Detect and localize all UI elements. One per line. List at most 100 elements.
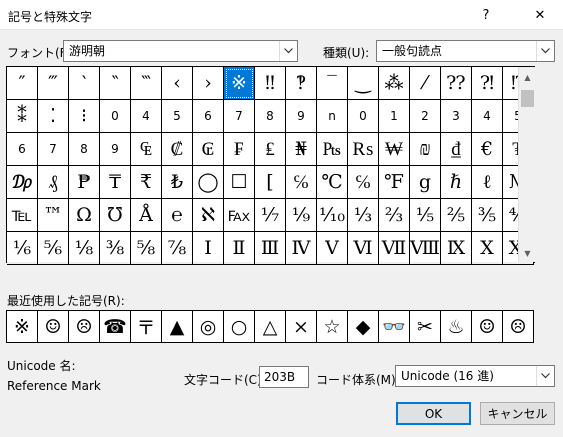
symbol-cell[interactable]: ℧ xyxy=(100,199,131,232)
symbol-cell[interactable]: ℅ xyxy=(348,166,379,199)
symbol-cell[interactable]: ₸ xyxy=(100,166,131,199)
symbol-cell[interactable]: ₺ xyxy=(162,166,193,199)
symbol-cell[interactable]: ₩ xyxy=(379,133,410,166)
symbol-cell[interactable]: ⅛ xyxy=(69,232,100,265)
symbol-cell[interactable]: Ⅸ xyxy=(441,232,472,265)
symbol-cell[interactable]: Ⅳ xyxy=(286,232,317,265)
recent-symbol-cell[interactable]: ☎ xyxy=(100,311,131,342)
recent-symbol-cell[interactable]: ※ xyxy=(7,311,38,342)
symbol-cell[interactable]: ‶ xyxy=(100,67,131,100)
symbol-cell[interactable]: 9 xyxy=(100,133,131,166)
symbol-cell[interactable]: Ⅲ xyxy=(255,232,286,265)
symbol-cell[interactable]: ℃ xyxy=(317,166,348,199)
symbol-cell[interactable]: ℉ xyxy=(379,166,410,199)
recent-symbol-cell[interactable]: ☆ xyxy=(317,311,348,342)
symbol-cell[interactable]: [ xyxy=(255,166,286,199)
symbol-cell[interactable]: ℏ xyxy=(441,166,472,199)
symbol-cell[interactable]: ※ xyxy=(224,67,255,100)
symbol-cell[interactable]: 4 xyxy=(472,100,503,133)
symbol-cell[interactable]: ₣ xyxy=(224,133,255,166)
symbol-cell[interactable]: Ⅴ xyxy=(317,232,348,265)
symbol-cell[interactable]: Ⅹ xyxy=(472,232,503,265)
symbol-cell[interactable]: ‵ xyxy=(69,67,100,100)
symbol-cell[interactable]: 4 xyxy=(131,100,162,133)
chevron-down-icon[interactable] xyxy=(279,41,297,61)
symbol-cell[interactable]: ‿ xyxy=(348,67,379,100)
symbol-cell[interactable]: 0 xyxy=(348,100,379,133)
recent-symbol-cell[interactable]: ☹ xyxy=(503,311,534,342)
symbol-cell[interactable]: ℡ xyxy=(7,199,38,232)
recent-symbol-cell[interactable]: ○ xyxy=(224,311,255,342)
symbol-cell[interactable]: ⅗ xyxy=(472,199,503,232)
symbol-cell[interactable]: n xyxy=(317,100,348,133)
recent-symbol-cell[interactable]: × xyxy=(286,311,317,342)
recent-symbol-cell[interactable]: ◆ xyxy=(348,311,379,342)
symbol-cell[interactable]: ₨ xyxy=(348,133,379,166)
scroll-down-icon[interactable]: ▼ xyxy=(519,245,536,262)
symbol-cell[interactable]: Ⅷ xyxy=(410,232,441,265)
code-system-select[interactable]: Unicode (16 進) xyxy=(395,365,555,387)
symbol-cell[interactable]: ⅖ xyxy=(441,199,472,232)
symbol-cell[interactable]: ₹ xyxy=(131,166,162,199)
char-code-input[interactable]: 203B xyxy=(259,366,309,388)
symbol-cell[interactable]: ☐ xyxy=(224,166,255,199)
symbol-cell[interactable]: ⁈ xyxy=(472,67,503,100)
symbol-cell[interactable]: 6 xyxy=(7,133,38,166)
symbol-cell[interactable]: 5 xyxy=(162,100,193,133)
help-button[interactable]: ? xyxy=(463,0,509,30)
ok-button[interactable]: OK xyxy=(396,402,471,425)
symbol-cell[interactable]: 8 xyxy=(69,133,100,166)
symbol-cell[interactable]: 6 xyxy=(193,100,224,133)
recent-symbol-cell[interactable]: ✂ xyxy=(410,311,441,342)
symbol-cell[interactable]: ⁝ xyxy=(69,100,100,133)
symbol-cell[interactable]: g xyxy=(410,166,441,199)
recent-symbol-cell[interactable]: △ xyxy=(255,311,286,342)
symbol-cell[interactable]: ℓ xyxy=(472,166,503,199)
symbol-cell[interactable]: Ω xyxy=(69,199,100,232)
symbol-cell[interactable]: ◯ xyxy=(193,166,224,199)
symbol-cell[interactable]: ⅜ xyxy=(100,232,131,265)
scroll-up-icon[interactable]: ▲ xyxy=(519,69,536,86)
symbol-cell[interactable]: ℻ xyxy=(224,199,255,232)
symbol-cell[interactable]: ‽ xyxy=(286,67,317,100)
chevron-down-icon[interactable] xyxy=(536,41,554,61)
symbol-cell[interactable]: 2 xyxy=(410,100,441,133)
cancel-button[interactable]: キャンセル xyxy=(480,402,555,425)
symbol-cell[interactable]: ⅝ xyxy=(131,232,162,265)
symbol-cell[interactable]: ″ xyxy=(7,67,38,100)
close-button[interactable]: ✕ xyxy=(517,0,563,30)
symbol-cell[interactable]: ₤ xyxy=(255,133,286,166)
recent-symbol-cell[interactable]: ☹ xyxy=(69,311,100,342)
recent-symbol-cell[interactable]: 〒 xyxy=(131,311,162,342)
symbol-cell[interactable]: ℵ xyxy=(193,199,224,232)
symbol-cell[interactable]: 3 xyxy=(441,100,472,133)
symbol-cell[interactable]: ⅐ xyxy=(255,199,286,232)
symbol-cell[interactable]: ‼ xyxy=(255,67,286,100)
symbol-cell[interactable]: ™ xyxy=(38,199,69,232)
symbol-cell[interactable]: ₡ xyxy=(162,133,193,166)
symbol-cell[interactable]: ₪ xyxy=(410,133,441,166)
symbol-cell[interactable]: 7 xyxy=(224,100,255,133)
symbol-cell[interactable]: ⁑ xyxy=(7,100,38,133)
symbol-cell[interactable]: ₰ xyxy=(38,166,69,199)
symbol-cell[interactable]: Ⅵ xyxy=(348,232,379,265)
symbol-cell[interactable]: 9 xyxy=(286,100,317,133)
symbol-cell[interactable]: 0 xyxy=(100,100,131,133)
symbol-cell[interactable]: ℅ xyxy=(286,166,317,199)
symbol-cell[interactable]: ⅞ xyxy=(162,232,193,265)
recent-symbol-cell[interactable]: ☺ xyxy=(472,311,503,342)
symbol-cell[interactable]: › xyxy=(193,67,224,100)
symbol-cell[interactable]: Ⅱ xyxy=(224,232,255,265)
symbol-cell[interactable]: Ⅶ xyxy=(379,232,410,265)
symbol-cell[interactable]: ₧ xyxy=(317,133,348,166)
chevron-down-icon[interactable] xyxy=(536,366,554,386)
symbol-cell[interactable]: € xyxy=(472,133,503,166)
symbol-cell[interactable]: ⅔ xyxy=(379,199,410,232)
symbol-cell[interactable]: 7 xyxy=(38,133,69,166)
symbol-cell[interactable]: ‾ xyxy=(317,67,348,100)
symbol-cell[interactable]: ‹ xyxy=(162,67,193,100)
font-select[interactable]: 游明朝 xyxy=(63,40,298,62)
symbol-cell[interactable]: ℮ xyxy=(162,199,193,232)
symbol-cell[interactable]: Å xyxy=(131,199,162,232)
symbol-cell[interactable]: ₯ xyxy=(7,166,38,199)
